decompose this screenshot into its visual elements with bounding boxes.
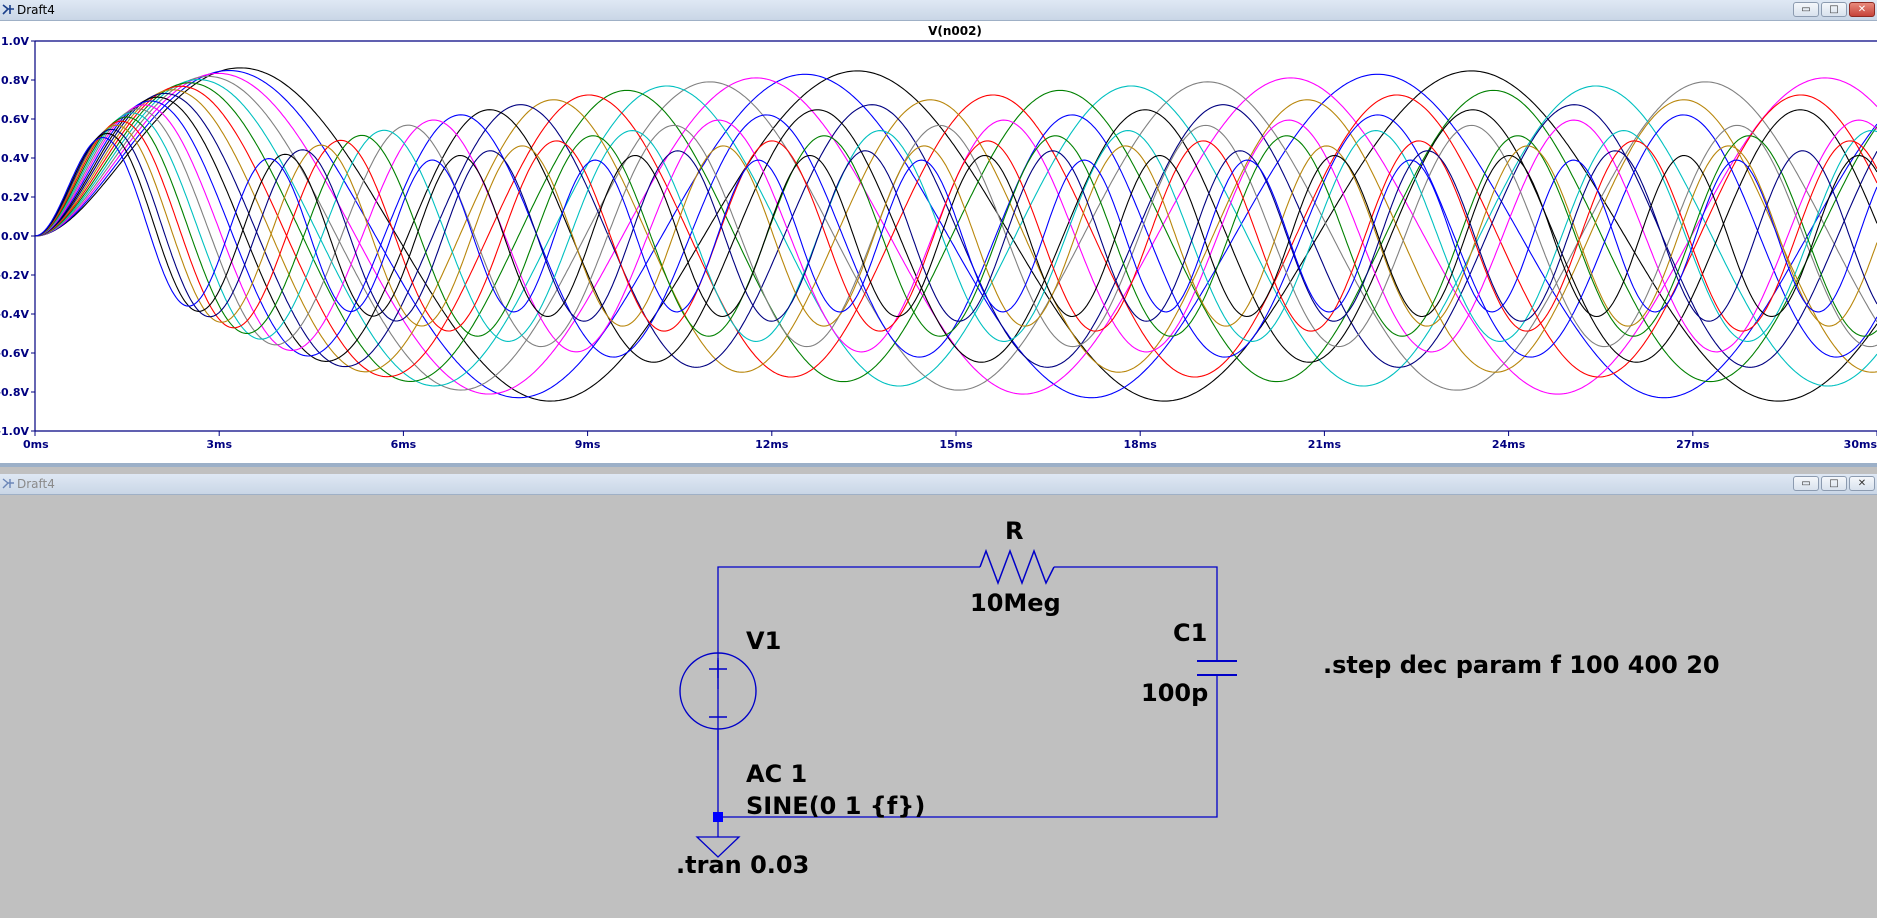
x-tick-label: 3ms bbox=[206, 438, 232, 451]
y-tick-label: 0.2V bbox=[1, 191, 29, 204]
schematic-canvas[interactable]: R 10Meg C1 100p V1 AC 1 SINE(0 1 {f}) .t… bbox=[0, 499, 1877, 918]
schematic-window-titlebar[interactable]: Draft4 ▭ □ ✕ bbox=[0, 474, 1877, 495]
source-value-label[interactable]: SINE(0 1 {f}) bbox=[746, 792, 925, 820]
capacitor-value-label[interactable]: 100p bbox=[1141, 679, 1208, 707]
y-tick-label: 1.0V bbox=[1, 35, 29, 48]
schematic-window-title: Draft4 bbox=[17, 477, 55, 491]
x-tick-label: 21ms bbox=[1308, 438, 1342, 451]
schematic-icon bbox=[2, 478, 14, 489]
source-ac-label[interactable]: AC 1 bbox=[746, 760, 807, 788]
y-tick-label: -0.2V bbox=[0, 269, 29, 282]
schematic-maximize-button[interactable]: □ bbox=[1821, 476, 1847, 491]
plot-minimize-button[interactable]: ▭ bbox=[1793, 2, 1819, 17]
y-tick-label: 0.4V bbox=[1, 152, 29, 165]
capacitor-symbol[interactable] bbox=[1197, 660, 1237, 676]
schematic-minimize-button[interactable]: ▭ bbox=[1793, 476, 1819, 491]
resistor-name-label[interactable]: R bbox=[1005, 517, 1023, 545]
ground-node-dot[interactable] bbox=[713, 812, 723, 822]
y-tick-label: -0.6V bbox=[0, 347, 29, 360]
window-divider[interactable] bbox=[0, 463, 1877, 467]
x-tick-label: 12ms bbox=[755, 438, 789, 451]
waveform-plot[interactable]: V(n002) 1.0V 0.8V 0.6V 0.4V 0.2V 0.0V -0.2V -0.… bbox=[0, 21, 1877, 463]
x-tick-label: 24ms bbox=[1492, 438, 1526, 451]
plot-window-titlebar[interactable]: Draft4 ▭ □ ✕ bbox=[0, 0, 1877, 21]
schematic-close-button[interactable]: ✕ bbox=[1849, 476, 1875, 491]
y-tick-label: 0.6V bbox=[1, 113, 29, 126]
x-tick-label: 18ms bbox=[1124, 438, 1158, 451]
capacitor-name-label[interactable]: C1 bbox=[1173, 619, 1207, 647]
x-tick-label: 27ms bbox=[1676, 438, 1710, 451]
trace-f-9[interactable] bbox=[34, 96, 1877, 363]
trace-f-7[interactable] bbox=[34, 89, 1877, 373]
trace-f-5[interactable] bbox=[34, 82, 1877, 383]
x-tick-label: 6ms bbox=[391, 438, 417, 451]
plot-maximize-button[interactable]: □ bbox=[1821, 2, 1847, 17]
tran-directive[interactable]: .tran 0.03 bbox=[676, 851, 809, 879]
y-tick-label: -0.8V bbox=[0, 386, 29, 399]
x-tick-label: 0ms bbox=[23, 438, 49, 451]
trace-f-19[interactable] bbox=[34, 136, 1877, 313]
x-tick-label: 9ms bbox=[575, 438, 601, 451]
ltspice-icon bbox=[2, 4, 14, 15]
chart-title[interactable]: V(n002) bbox=[928, 24, 982, 38]
y-tick-label: -1.0V bbox=[0, 425, 29, 438]
x-tick-label: 15ms bbox=[939, 438, 973, 451]
plot-window-title: Draft4 bbox=[17, 3, 55, 17]
y-tick-label: -0.4V bbox=[0, 308, 29, 321]
resistor-symbol[interactable] bbox=[979, 548, 1055, 586]
source-name-label[interactable]: V1 bbox=[746, 627, 781, 655]
trace-f-16[interactable] bbox=[34, 124, 1877, 327]
y-tick-label: 0.8V bbox=[1, 74, 29, 87]
resistor-value-label[interactable]: 10Meg bbox=[970, 589, 1061, 617]
plot-close-button[interactable]: ✕ bbox=[1849, 2, 1875, 17]
y-tick-label: 0.0V bbox=[1, 230, 29, 243]
x-tick-label: 30ms bbox=[1844, 438, 1877, 451]
trace-f-17[interactable] bbox=[34, 128, 1877, 322]
waveform-chart[interactable]: V(n002) 1.0V 0.8V 0.6V 0.4V 0.2V 0.0V -0.2V -0.… bbox=[0, 21, 1877, 463]
schematic-drawing[interactable] bbox=[0, 499, 1877, 918]
step-directive[interactable]: .step dec param f 100 400 20 bbox=[1323, 651, 1720, 679]
